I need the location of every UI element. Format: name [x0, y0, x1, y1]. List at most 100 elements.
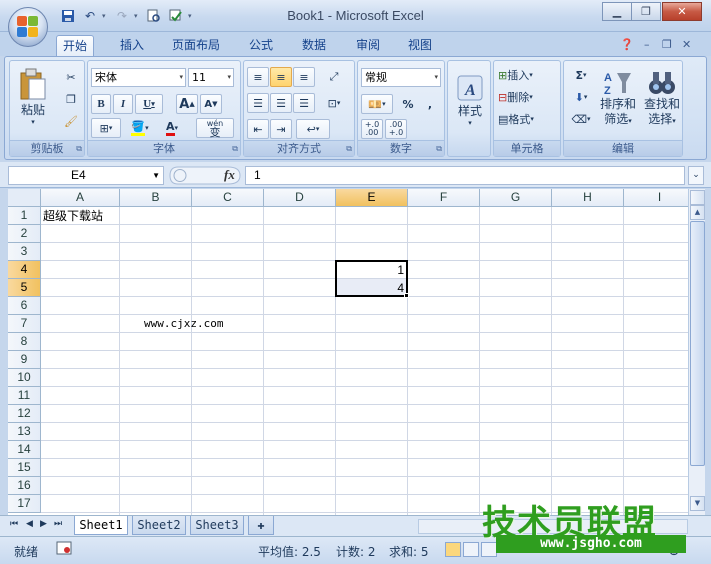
- clipboard-launcher-icon[interactable]: ⧉: [76, 144, 82, 154]
- copy-icon[interactable]: ❐: [62, 89, 80, 109]
- horizontal-scrollbar[interactable]: [418, 519, 688, 534]
- underline-button[interactable]: U ▾: [135, 94, 163, 114]
- tab-review[interactable]: 审阅: [350, 35, 386, 57]
- merge-center-button[interactable]: ⊡ ▾: [320, 93, 348, 113]
- row-header-9[interactable]: 9: [8, 351, 41, 369]
- decrease-indent-button[interactable]: ⇤: [247, 119, 269, 139]
- macro-record-icon[interactable]: [56, 541, 72, 558]
- format-painter-icon[interactable]: 🖌: [62, 111, 80, 131]
- row-header-5[interactable]: 5: [8, 279, 41, 297]
- tab-page-layout[interactable]: 页面布局: [166, 35, 226, 57]
- worksheet-grid[interactable]: ABCDEFGHI 1 2 3 4 5 6 7 8 9 10 11 12 13 14 15 16 17 超级下载…: [8, 189, 688, 515]
- prev-sheet-icon[interactable]: ◀: [26, 519, 33, 529]
- column-header-a[interactable]: A: [41, 189, 120, 207]
- number-launcher-icon[interactable]: ⧉: [436, 144, 442, 154]
- row-header-11[interactable]: 11: [8, 387, 41, 405]
- align-left-button[interactable]: ☰: [247, 93, 269, 113]
- styles-button[interactable]: A 样式 ▾: [452, 65, 488, 135]
- row-header-1[interactable]: 1: [8, 207, 41, 225]
- split-box[interactable]: [690, 190, 705, 205]
- align-right-button[interactable]: ☰: [293, 93, 315, 113]
- column-header-d[interactable]: D: [264, 189, 336, 207]
- clear-button[interactable]: ⌫ ▾: [568, 109, 594, 129]
- last-sheet-icon[interactable]: ⏭: [54, 519, 62, 529]
- formula-input[interactable]: 1: [245, 166, 685, 185]
- delete-cells-button[interactable]: ⊟ 删除 ▾: [498, 87, 556, 107]
- align-bottom-button[interactable]: ≡: [293, 67, 315, 87]
- first-sheet-icon[interactable]: ⏮: [10, 519, 18, 529]
- scroll-down-icon[interactable]: ▼: [690, 496, 705, 511]
- italic-button[interactable]: I: [113, 94, 133, 114]
- decrease-decimal-button[interactable]: .00 +.0: [385, 119, 407, 139]
- fill-color-button[interactable]: 🪣 ▾: [126, 118, 154, 138]
- row-header-4[interactable]: 4: [8, 261, 41, 279]
- ribbon-minimize-icon[interactable]: –: [644, 38, 650, 51]
- borders-button[interactable]: ⊞ ▾: [91, 118, 121, 138]
- insert-sheet-button[interactable]: ✚: [248, 516, 274, 535]
- phonetic-button[interactable]: wén 变: [196, 118, 234, 138]
- grow-font-button[interactable]: A ▲: [176, 94, 198, 114]
- row-header-8[interactable]: 8: [8, 333, 41, 351]
- align-middle-button[interactable]: ≡: [270, 67, 292, 87]
- help-icon[interactable]: ❓: [620, 38, 634, 51]
- row-header-16[interactable]: 16: [8, 477, 41, 495]
- name-box[interactable]: E4 ▼: [8, 166, 164, 185]
- minimize-button[interactable]: ▁: [602, 2, 632, 21]
- cell-a1[interactable]: 超级下载站: [43, 207, 103, 225]
- tab-insert[interactable]: 插入: [114, 35, 150, 57]
- row-header-12[interactable]: 12: [8, 405, 41, 423]
- tab-data[interactable]: 数据: [296, 35, 332, 57]
- row-header-10[interactable]: 10: [8, 369, 41, 387]
- comma-button[interactable]: ,: [420, 94, 440, 114]
- alignment-launcher-icon[interactable]: ⧉: [346, 144, 352, 154]
- formula-expand-button[interactable]: ⌄: [688, 166, 704, 185]
- column-header-c[interactable]: C: [192, 189, 264, 207]
- cell-e4[interactable]: 1: [336, 261, 404, 279]
- row-header-6[interactable]: 6: [8, 297, 41, 315]
- row-header-3[interactable]: 3: [8, 243, 41, 261]
- cell-b7[interactable]: www.cjxz.com: [144, 315, 223, 333]
- ribbon-restore-icon[interactable]: ❐: [662, 38, 672, 51]
- wrap-text-button[interactable]: ↩ ▾: [296, 119, 330, 139]
- find-select-button[interactable]: 查找和 选择▾: [642, 63, 682, 135]
- insert-function-button[interactable]: fx: [224, 167, 235, 183]
- next-sheet-icon[interactable]: ▶: [40, 519, 47, 529]
- align-top-button[interactable]: ≡: [247, 67, 269, 87]
- orientation-button[interactable]: ⤢: [320, 67, 348, 87]
- font-name-combo[interactable]: 宋体 ▾: [91, 68, 186, 87]
- font-size-combo[interactable]: 11 ▾: [188, 68, 234, 87]
- cell-e5[interactable]: 4: [336, 279, 404, 297]
- vertical-scroll-thumb[interactable]: [690, 221, 705, 466]
- office-button[interactable]: [8, 7, 48, 47]
- bold-button[interactable]: B: [91, 94, 111, 114]
- align-center-button[interactable]: ☰: [270, 93, 292, 113]
- row-header-17[interactable]: 17: [8, 495, 41, 513]
- row-header-14[interactable]: 14: [8, 441, 41, 459]
- row-header-15[interactable]: 15: [8, 459, 41, 477]
- sheet-tab-1[interactable]: Sheet1: [74, 516, 128, 535]
- column-header-f[interactable]: F: [408, 189, 480, 207]
- increase-decimal-button[interactable]: +.0.00: [361, 119, 383, 139]
- sheet-tab-2[interactable]: Sheet2: [132, 516, 186, 535]
- maximize-button[interactable]: ❐: [631, 2, 661, 21]
- format-cells-button[interactable]: ▤ 格式 ▾: [498, 109, 556, 129]
- close-button[interactable]: ✕: [662, 2, 702, 21]
- cut-icon[interactable]: ✂: [62, 67, 80, 87]
- ribbon-close-icon[interactable]: ✕: [682, 38, 691, 51]
- shrink-font-button[interactable]: A ▼: [200, 94, 222, 114]
- zoom-in-icon[interactable]: ⊕: [668, 543, 680, 559]
- column-header-h[interactable]: H: [552, 189, 624, 207]
- fill-handle[interactable]: [404, 293, 409, 298]
- page-layout-view-icon[interactable]: [463, 542, 479, 557]
- column-header-i[interactable]: I: [624, 189, 688, 207]
- increase-indent-button[interactable]: ⇥: [270, 119, 292, 139]
- row-header-7[interactable]: 7: [8, 315, 41, 333]
- number-format-combo[interactable]: 常规 ▾: [361, 68, 441, 87]
- sheet-tab-3[interactable]: Sheet3: [190, 516, 244, 535]
- currency-button[interactable]: 💴 ▾: [361, 94, 393, 114]
- sort-filter-button[interactable]: AZ 排序和 筛选▾: [598, 63, 638, 135]
- row-header-13[interactable]: 13: [8, 423, 41, 441]
- insert-cells-button[interactable]: ⊞ 插入 ▾: [498, 65, 556, 85]
- paste-button[interactable]: 粘贴 ▾: [16, 63, 50, 129]
- font-launcher-icon[interactable]: ⧉: [232, 144, 238, 154]
